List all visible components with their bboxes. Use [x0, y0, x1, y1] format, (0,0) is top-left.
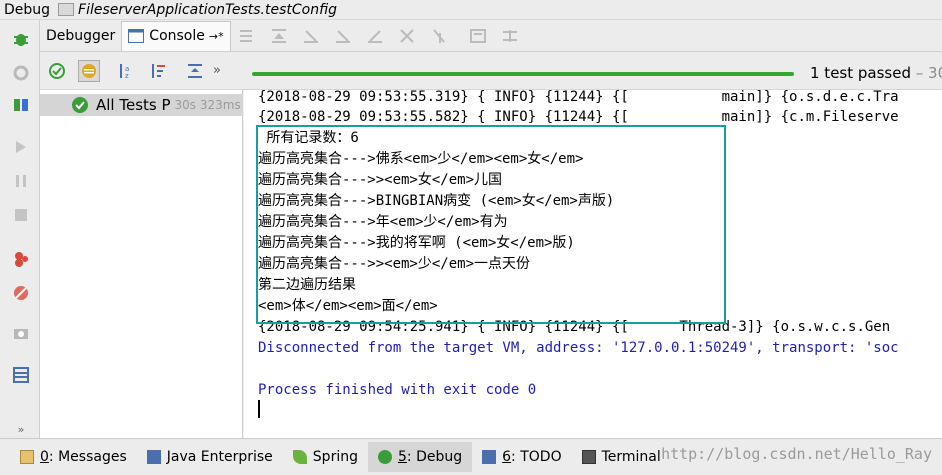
watermark: http://blog.csdn.net/Hello_Ray — [661, 445, 932, 463]
run-config-icon — [58, 3, 75, 16]
console-output[interactable]: {2018-08-29 09:53:55.319} { INFO} {11244… — [244, 90, 942, 438]
tab-messages-number: 0 — [40, 449, 49, 465]
drop-frame-icon[interactable] — [396, 25, 418, 47]
more-actions-chevron-icon[interactable]: » — [10, 418, 32, 440]
pause-icon[interactable] — [10, 170, 32, 192]
step-over-icon[interactable] — [268, 25, 290, 47]
test-status-duration: – 30 — [915, 64, 942, 82]
tab-spring-label: Spring — [312, 449, 358, 465]
resume-icon[interactable] — [10, 136, 32, 158]
trace-current-stream-icon[interactable] — [499, 25, 521, 47]
sort-by-duration-icon[interactable] — [147, 60, 169, 82]
tab-terminal[interactable]: Terminal — [572, 442, 671, 472]
console-line: {2018-08-29 09:53:55.319} { INFO} {11244… — [258, 90, 899, 105]
console-icon — [128, 29, 145, 43]
show-ignored-icon[interactable] — [78, 59, 100, 82]
console-line: Process finished with exit code 0 — [258, 382, 537, 398]
restore-layout-icon[interactable] — [10, 94, 32, 116]
step-into-icon[interactable] — [300, 25, 322, 47]
tool-window-bar: 0: Messages Java Enterprise Spring 5: De… — [0, 438, 942, 475]
tab-todo-number: 6 — [502, 449, 512, 465]
camera-icon[interactable] — [10, 322, 32, 344]
tab-java-enterprise[interactable]: Java Enterprise — [137, 442, 283, 472]
sort-alphabetically-icon[interactable]: az — [115, 60, 137, 82]
force-step-into-icon[interactable] — [332, 25, 354, 47]
run-to-cursor-icon[interactable] — [428, 25, 450, 47]
evaluate-expression-icon[interactable] — [467, 25, 489, 47]
test-tree-root[interactable]: All Tests P 30s 323ms — [40, 94, 243, 116]
debug-bug-icon[interactable] — [10, 28, 32, 50]
test-tree-root-time: 30s 323ms — [174, 98, 241, 112]
todo-icon — [482, 450, 497, 464]
layout-settings-icon[interactable] — [10, 364, 32, 386]
tab-console-pin: →* — [208, 29, 224, 43]
left-action-strip: » — [0, 20, 40, 438]
expand-all-icon[interactable] — [184, 60, 206, 82]
tab-spring[interactable]: Spring — [283, 442, 368, 472]
console-line: Disconnected from the target VM, address… — [258, 340, 899, 356]
tab-todo-label: : TODO — [511, 449, 562, 465]
tab-todo[interactable]: 6: TODO — [472, 442, 571, 472]
test-status-text: 1 test passed – 30 — [810, 64, 942, 82]
test-runner-toolbar: az » 1 test passed – 30 — [40, 52, 942, 90]
tab-debugger-label: Debugger — [46, 27, 116, 44]
mute-breakpoints-icon[interactable] — [10, 282, 32, 304]
tab-console-label: Console — [149, 28, 205, 44]
tab-debug-number: 5 — [397, 449, 407, 465]
test-tree: All Tests P 30s 323ms — [40, 90, 243, 438]
tab-messages[interactable]: 0: Messages — [10, 442, 137, 472]
debug-tabs-toolbar: Debugger Console →* — [40, 20, 942, 52]
show-passed-icon[interactable] — [46, 60, 68, 82]
test-progress-bar — [252, 72, 794, 76]
rerun-icon[interactable] — [10, 62, 32, 84]
java-enterprise-icon — [146, 450, 161, 464]
svg-text:z: z — [125, 72, 129, 80]
text-caret — [258, 400, 260, 418]
window-title-app: Debug — [4, 1, 51, 18]
spring-leaf-icon — [292, 450, 307, 464]
terminal-icon — [581, 450, 596, 464]
view-breakpoints-icon[interactable] — [10, 248, 32, 270]
tab-console[interactable]: Console →* — [121, 20, 231, 51]
tab-java-enterprise-label: Java Enterprise — [166, 449, 273, 465]
test-passed-check-icon — [72, 97, 88, 113]
debug-bug-small-icon — [377, 450, 392, 464]
tab-terminal-label: Terminal — [601, 449, 661, 465]
test-tree-root-label: All Tests P — [96, 96, 171, 114]
show-execution-point-icon[interactable] — [236, 25, 258, 47]
tab-messages-label: : Messages — [48, 449, 127, 465]
tab-debugger[interactable]: Debugger — [40, 21, 121, 51]
step-out-icon[interactable] — [364, 25, 386, 47]
window-title-config: FileserverApplicationTests.testConfig — [78, 1, 338, 18]
test-status-label: 1 test passed — [810, 64, 911, 82]
more-tools-chevron[interactable]: » — [213, 63, 221, 78]
window-title-bar: Debug FileserverApplicationTests.testCon… — [0, 0, 942, 20]
tab-debug[interactable]: 5: Debug — [367, 442, 473, 472]
highlight-annotation-box — [256, 125, 726, 324]
tab-debug-label: : Debug — [406, 449, 463, 465]
messages-icon — [20, 450, 34, 464]
stop-icon[interactable] — [10, 204, 32, 226]
